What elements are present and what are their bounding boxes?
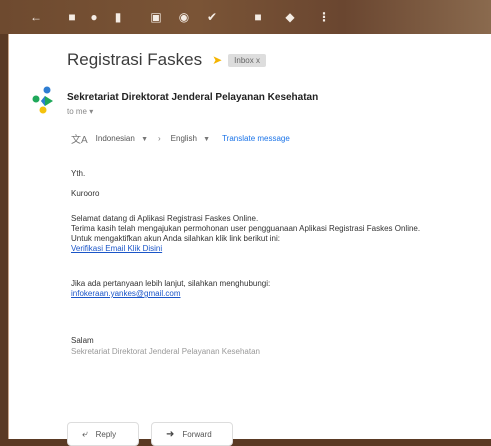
chevron-down-icon: ▼ — [203, 135, 211, 143]
sender-logo-icon — [32, 86, 53, 114]
source-language-select[interactable]: Indonesian ▼ — [96, 134, 148, 143]
translate-message-link[interactable]: Translate message — [222, 134, 290, 143]
add-task-icon[interactable]: ✔ — [204, 9, 220, 25]
chevron-down-icon: ▼ — [141, 135, 148, 143]
reply-button[interactable]: ⤶ Reply — [67, 422, 139, 446]
move-to-icon[interactable]: ■ — [250, 9, 266, 25]
source-language-label: Indonesian — [95, 133, 135, 143]
forward-icon: ➜ — [166, 428, 175, 440]
back-icon[interactable]: ← — [28, 9, 44, 25]
activate-instruction-line: Untuk mengaktifkan akun Anda silahkan kl… — [71, 234, 280, 243]
chevron-down-icon: ▾ — [89, 107, 94, 116]
signature-line: Sekretariat Direktorat Jenderal Pelayana… — [71, 347, 260, 356]
sender-name: Sekretariat Direktorat Jenderal Pelayana… — [67, 92, 319, 103]
forward-label: Forward — [182, 429, 212, 439]
subject-row: Registrasi Faskes ➤ Inbox x — [67, 49, 266, 71]
forward-button[interactable]: ➜ Forward — [151, 422, 233, 446]
archive-icon[interactable]: ■ — [64, 9, 80, 25]
report-spam-icon[interactable]: ● — [86, 9, 102, 25]
recipient-name-line: Kurooro — [71, 189, 100, 198]
email-toolbar: ← ■ ● ▮ ▣ ◉ ✔ ■ ◆ ⋮ — [0, 0, 491, 34]
delete-icon[interactable]: ▮ — [110, 9, 126, 25]
inbox-label-chip[interactable]: Inbox x — [228, 53, 266, 67]
translate-bar: 文A Indonesian ▼ › English ▼ Translate me… — [71, 131, 290, 146]
questions-line: Jika ada pertanyaan lebih lanjut, silahk… — [71, 279, 271, 288]
snooze-icon[interactable]: ◉ — [176, 9, 192, 25]
recipient-label: to me — [67, 107, 88, 116]
more-icon[interactable]: ⋮ — [316, 9, 332, 25]
label-icon[interactable]: ◆ — [282, 9, 298, 25]
greeting-line: Yth. — [71, 169, 86, 178]
reply-icon: ⤶ — [82, 428, 88, 440]
target-language-label: English — [170, 133, 197, 143]
contact-email-link[interactable]: infokeraan.yankes@gmail.com — [71, 289, 181, 299]
closing-line: Salam — [71, 336, 94, 345]
important-marker-icon[interactable]: ➤ — [212, 53, 222, 67]
arrow-right-icon: › — [158, 133, 161, 143]
target-language-select[interactable]: English ▼ — [171, 134, 210, 143]
welcome-line: Selamat datang di Aplikasi Registrasi Fa… — [71, 214, 259, 223]
mark-unread-icon[interactable]: ▣ — [148, 9, 164, 25]
thanks-line: Terima kasih telah mengajukan permohonan… — [71, 224, 421, 233]
reply-label: Reply — [95, 429, 117, 439]
recipient-toggle[interactable]: to me ▾ — [67, 107, 93, 116]
translate-icon: 文A — [71, 134, 88, 146]
verify-email-link[interactable]: Verifikasi Email Klik Disini — [71, 244, 162, 254]
email-subject: Registrasi Faskes — [67, 50, 203, 69]
email-panel: Registrasi Faskes ➤ Inbox x Sekretariat … — [8, 34, 491, 446]
